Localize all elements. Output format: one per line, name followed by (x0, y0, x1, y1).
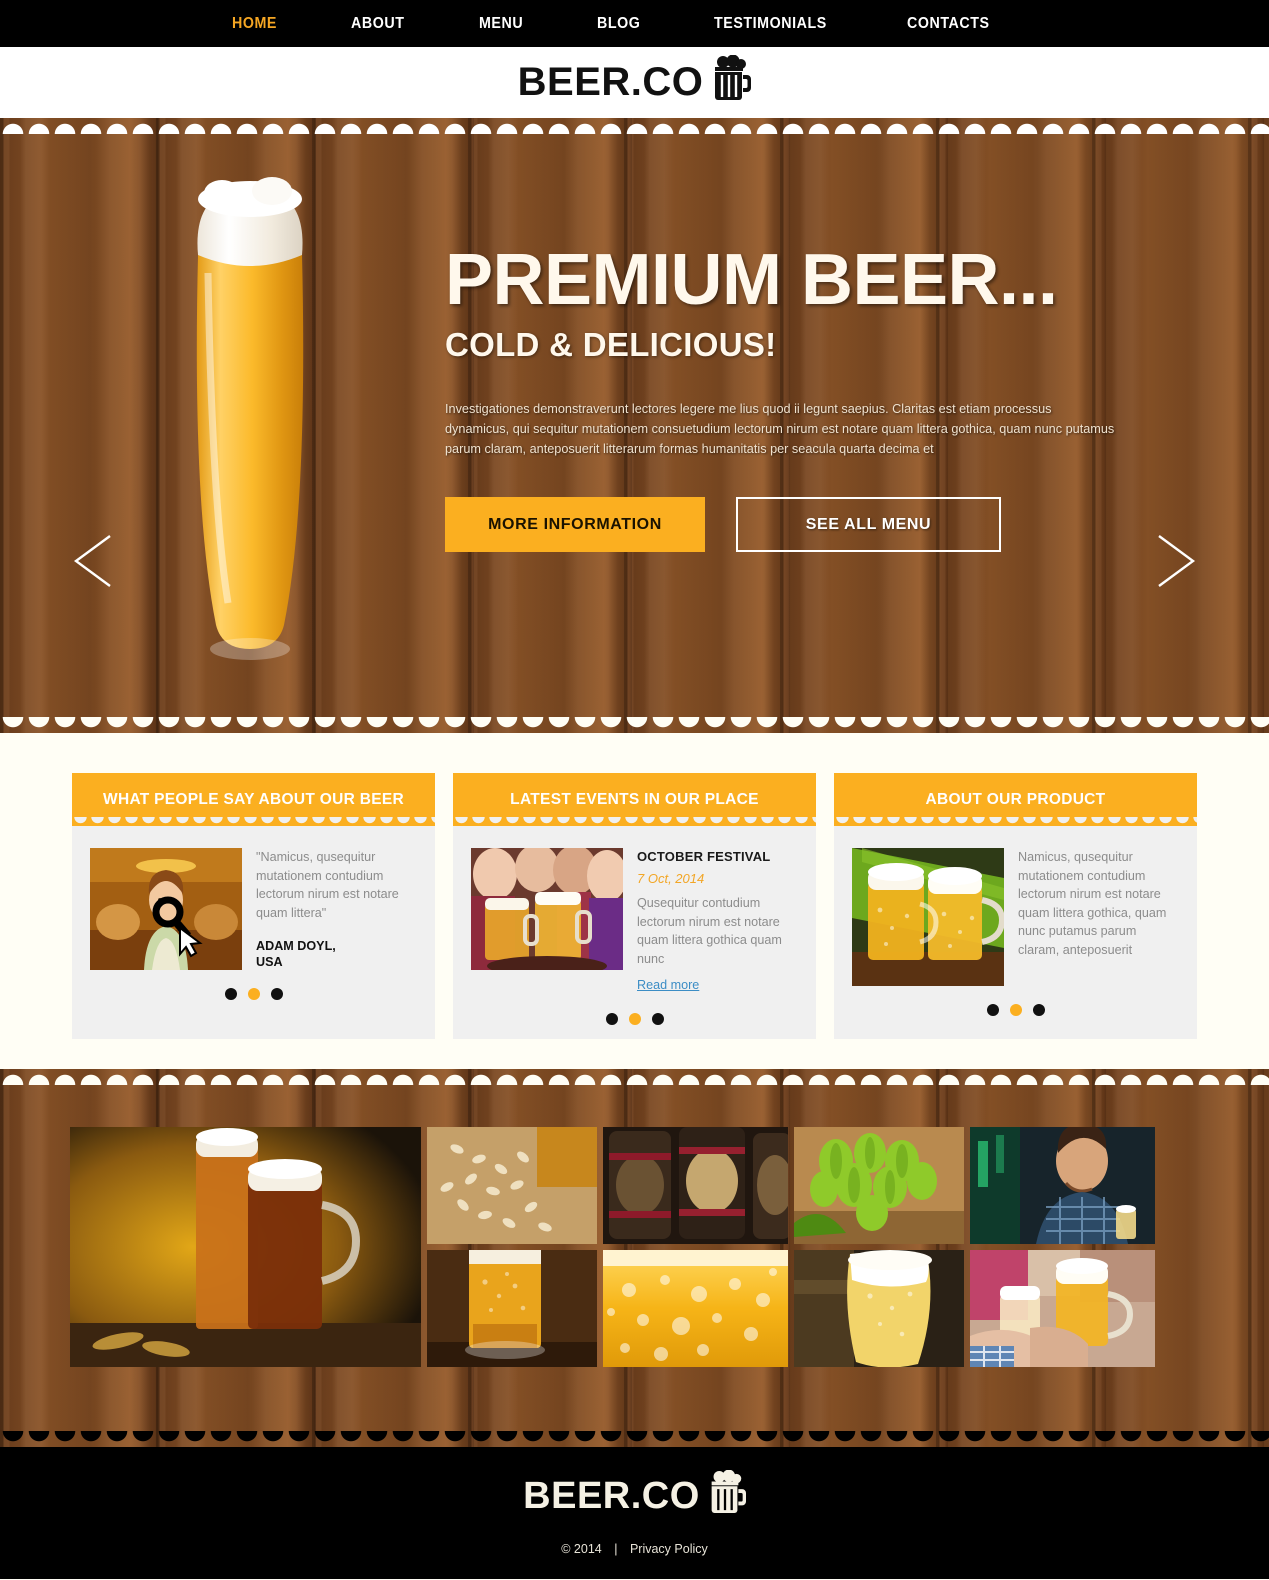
testimonial-author-name: ADAM DOYL, (256, 939, 336, 953)
hero-title: PREMIUM BEER... (445, 240, 1058, 320)
card-testimonials-body: "Namicus, qusequitur mutationem contudiu… (72, 826, 435, 978)
main-nav: HOME ABOUT MENU BLOG TESTIMONIALS CONTAC… (232, 15, 1067, 33)
card-product-body: Namicus, qusequitur mutationem contudium… (834, 826, 1197, 994)
pagination-dot[interactable] (224, 988, 237, 1000)
see-all-menu-button[interactable]: SEE ALL MENU (736, 497, 1001, 553)
pagination-dot[interactable] (651, 1012, 664, 1025)
read-more-link[interactable]: Read more (637, 976, 699, 995)
testimonial-pagination-dots (72, 978, 435, 1014)
top-navigation-bar: HOME ABOUT MENU BLOG TESTIMONIALS CONTAC… (0, 0, 1269, 47)
chevron-left-icon[interactable] (68, 533, 118, 589)
site-logo[interactable]: BEER.CO (517, 54, 752, 111)
nav-item-home[interactable]: HOME (232, 15, 277, 33)
footer-beer-mug-icon (704, 1469, 746, 1524)
hero-slider: PREMIUM BEER... COLD & DELICIOUS! Invest… (0, 118, 1269, 733)
info-cards-section: WHAT PEOPLE SAY ABOUT OUR BEER "Namicus,… (0, 733, 1269, 1069)
hero-content: PREMIUM BEER... COLD & DELICIOUS! Invest… (445, 240, 1125, 553)
pagination-dot-active[interactable] (628, 1012, 641, 1025)
pagination-dot[interactable] (270, 988, 283, 1000)
copyright-text: © 2014 (561, 1541, 602, 1556)
hero-bottom-scallop-edge (0, 717, 1269, 733)
site-footer: BEER.CO © 2014 | Privacy Policy (0, 1446, 1269, 1579)
hero-top-scallop-edge (0, 118, 1269, 134)
testimonial-author: ADAM DOYL, USA (256, 938, 417, 970)
more-information-button[interactable]: MORE INFORMATION (445, 497, 705, 553)
gallery-top-scallop-edge (0, 1068, 1269, 1085)
event-text: OCTOBER FESTIVAL 7 Oct, 2014 Qusequitur … (637, 848, 798, 995)
event-description: Qusequitur contudium lectorum nirum est … (637, 896, 782, 966)
hero-beer-glass-image (170, 163, 330, 673)
testimonial-author-country: USA (256, 955, 283, 969)
gallery-item-green-hops[interactable] (794, 1126, 964, 1244)
gallery-item-wooden-beer-barrels[interactable] (603, 1126, 788, 1244)
info-cards: WHAT PEOPLE SAY ABOUT OUR BEER "Namicus,… (72, 773, 1197, 1039)
product-text: Namicus, qusequitur mutationem contudium… (1018, 850, 1167, 957)
event-date: 7 Oct, 2014 (637, 870, 705, 886)
chevron-right-icon[interactable] (1151, 533, 1201, 589)
event-title: OCTOBER FESTIVAL (637, 849, 771, 864)
logo-text: BEER.CO (517, 60, 704, 104)
gallery-bottom-scallop-edge (0, 1430, 1269, 1447)
product-pagination-dots (834, 994, 1197, 1030)
card-testimonials-header: WHAT PEOPLE SAY ABOUT OUR BEER (72, 773, 435, 826)
hero-subtitle: COLD & DELICIOUS! (445, 326, 777, 364)
gallery-item-beer-bubbles-closeup[interactable] (603, 1249, 788, 1367)
testimonial-thumbnail[interactable] (90, 848, 242, 970)
privacy-policy-link[interactable]: Privacy Policy (630, 1542, 708, 1556)
logo-bar: BEER.CO (0, 47, 1269, 118)
card-testimonials: WHAT PEOPLE SAY ABOUT OUR BEER "Namicus,… (72, 773, 435, 1039)
nav-item-about[interactable]: ABOUT (351, 15, 404, 33)
pagination-dot[interactable] (605, 1012, 618, 1025)
pagination-dot[interactable] (986, 1004, 999, 1016)
gallery-grid (70, 1126, 1155, 1367)
nav-item-menu[interactable]: MENU (479, 15, 523, 33)
nav-item-blog[interactable]: BLOG (597, 15, 640, 33)
gallery-item-man-drinking-at-bar[interactable] (970, 1126, 1155, 1244)
pagination-dot-active[interactable] (247, 988, 260, 1000)
pagination-dot[interactable] (1032, 1004, 1045, 1016)
card-events-header: LATEST EVENTS IN OUR PLACE (453, 773, 816, 826)
card-testimonials-title: WHAT PEOPLE SAY ABOUT OUR BEER (103, 790, 404, 808)
copyright-line: © 2014 | Privacy Policy (561, 1542, 708, 1556)
nav-item-contacts[interactable]: CONTACTS (907, 15, 990, 33)
product-thumbnail[interactable] (852, 848, 1004, 986)
footer-separator: | (614, 1541, 618, 1556)
card-events-title: LATEST EVENTS IN OUR PLACE (510, 790, 759, 808)
gallery-item-glass-of-lager[interactable] (794, 1249, 964, 1367)
card-product: ABOUT OUR PRODUCT Namicus, qusequitur mu… (834, 773, 1197, 1039)
gallery-item-barley-grains[interactable] (427, 1126, 597, 1244)
card-product-title: ABOUT OUR PRODUCT (925, 790, 1106, 808)
footer-logo-text: BEER.CO (523, 1475, 700, 1517)
footer-logo[interactable]: BEER.CO (523, 1469, 746, 1524)
card-product-header: ABOUT OUR PRODUCT (834, 773, 1197, 826)
hero-buttons: MORE INFORMATION SEE ALL MENU (445, 497, 1125, 553)
pagination-dot-active[interactable] (1009, 1004, 1022, 1016)
event-pagination-dots (453, 1003, 816, 1039)
beer-mug-icon (707, 54, 752, 111)
gallery-item-beer-glass-on-table[interactable] (427, 1249, 597, 1367)
gallery-item-beer-glass-and-mug-large[interactable] (70, 1126, 421, 1367)
gallery-item-hands-toasting-beer[interactable] (970, 1249, 1155, 1367)
testimonial-text: "Namicus, qusequitur mutationem contudiu… (256, 848, 417, 970)
testimonial-quote: "Namicus, qusequitur mutationem contudiu… (256, 850, 399, 920)
card-events-body: OCTOBER FESTIVAL 7 Oct, 2014 Qusequitur … (453, 826, 816, 1003)
photo-gallery-section (0, 1068, 1269, 1447)
event-thumbnail[interactable] (471, 848, 623, 970)
card-events: LATEST EVENTS IN OUR PLACE OCTOBER FESTI… (453, 773, 816, 1039)
hero-paragraph: Investigationes demonstraverunt lectores… (445, 402, 1115, 457)
nav-item-testimonials[interactable]: TESTIMONIALS (714, 15, 827, 33)
